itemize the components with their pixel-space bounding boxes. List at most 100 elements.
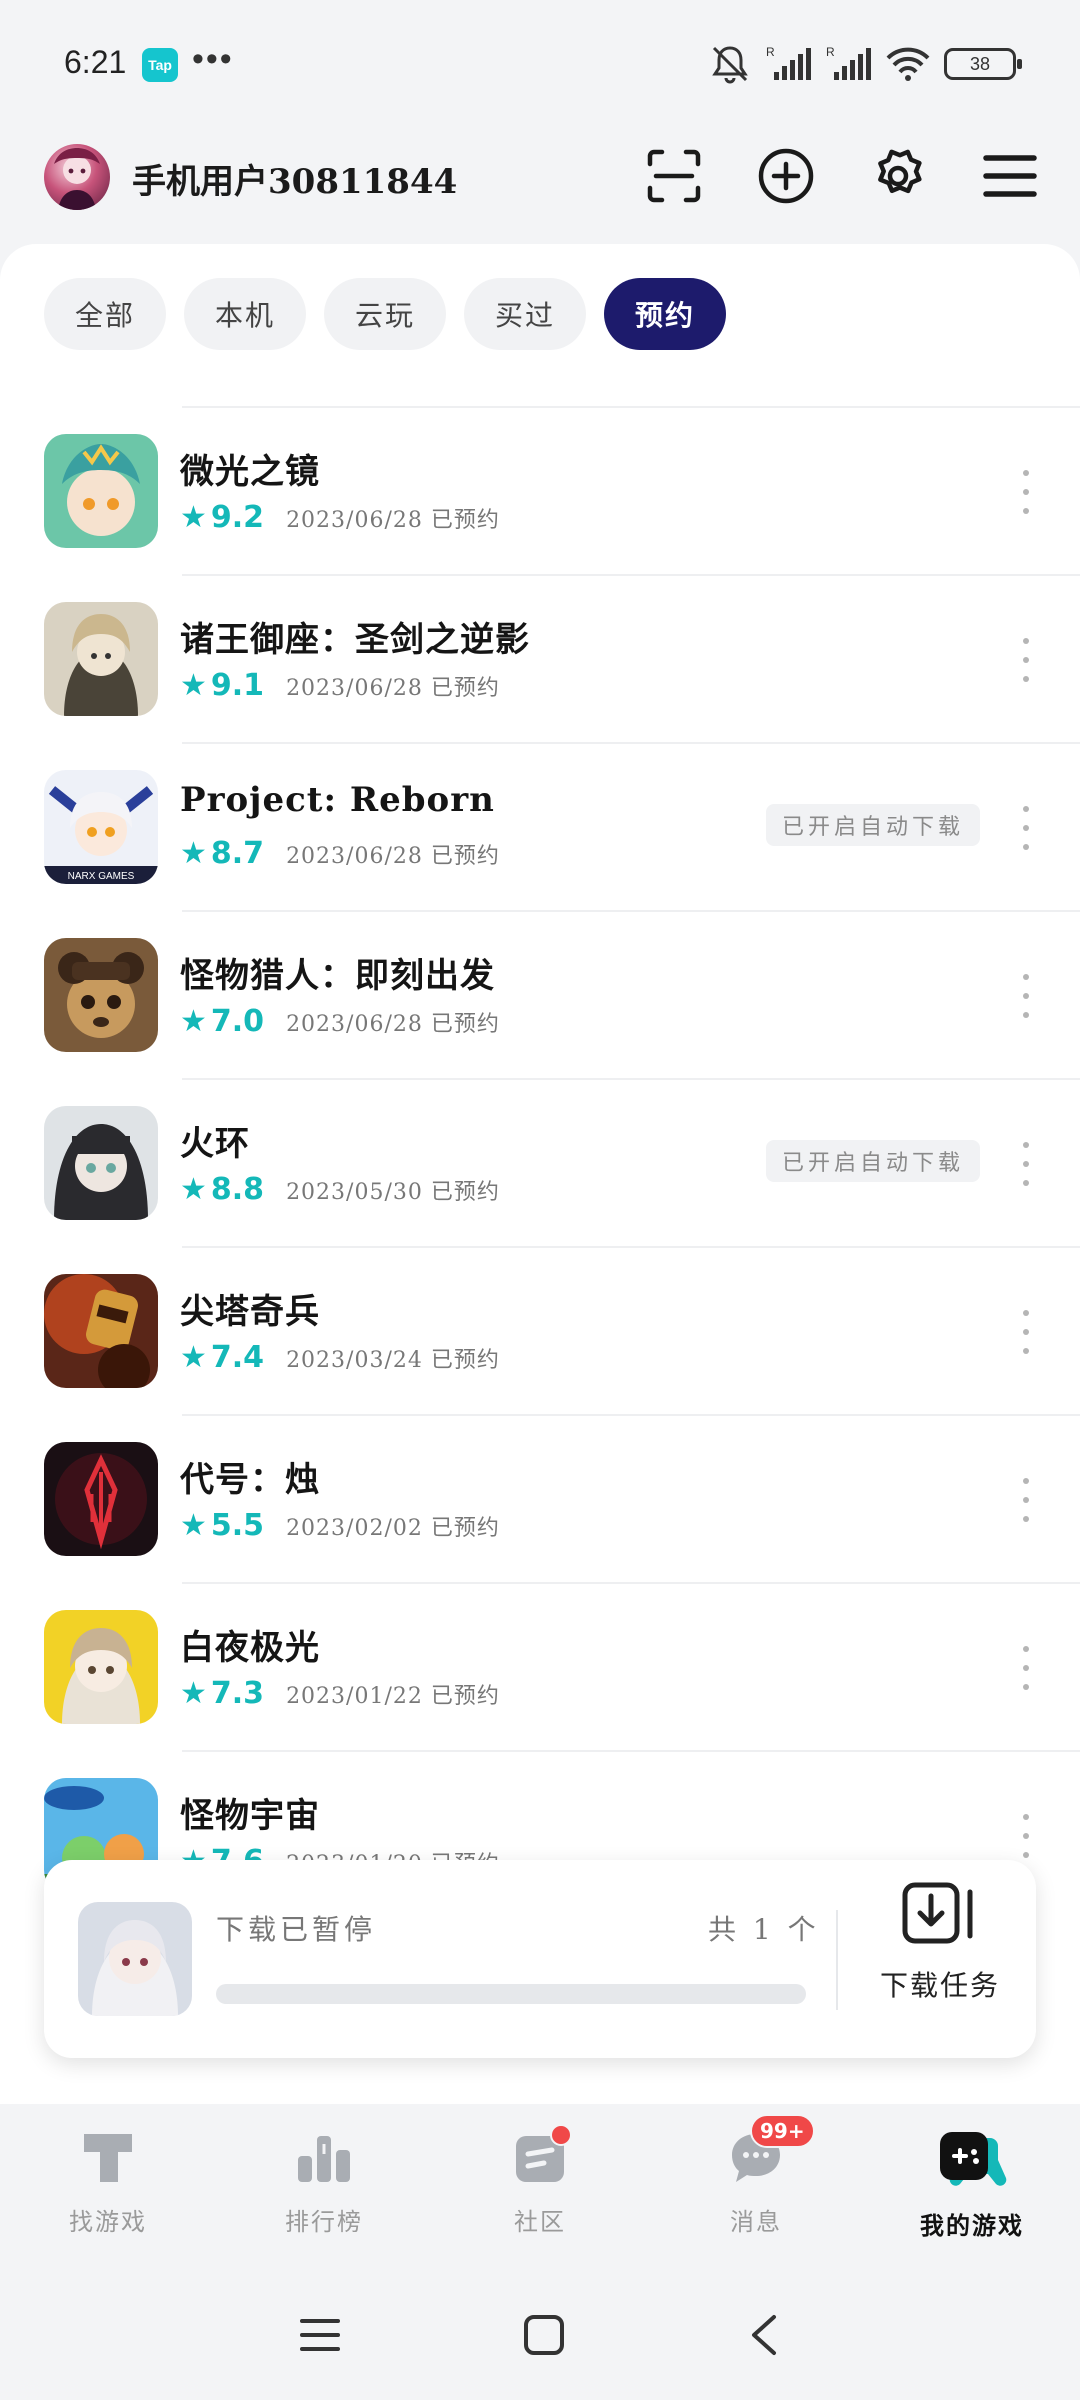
list-item[interactable]: 微光之镜 ★ 9.2 2023/06/28 已预约	[44, 406, 1080, 574]
download-banner[interactable]: 下载已暂停 共 1 个 下载任务	[44, 1860, 1036, 2058]
download-count: 共 1 个	[708, 1913, 820, 1946]
wifi-icon	[886, 47, 930, 81]
auto-download-tag: 已开启自动下载	[765, 1140, 980, 1182]
battery-icon: 38	[944, 48, 1022, 80]
more-options-button[interactable]	[1016, 464, 1036, 520]
my-games-card: 全部 本机 云玩 买过 预约 微光之镜 ★ 9.2 2023/06/28 已预约 诸…	[0, 244, 1080, 2104]
settings-button[interactable]	[868, 146, 928, 206]
username[interactable]: 手机用户30811844	[132, 154, 457, 203]
my-games-icon	[940, 2132, 1007, 2186]
list-item[interactable]: 尖塔奇兵 ★ 7.4 2023/03/24 已预约	[44, 1246, 1080, 1414]
game-title: 代号：烛	[180, 1460, 320, 1500]
recent-apps-icon[interactable]	[298, 2315, 342, 2355]
nav-ranking[interactable]: 排行榜	[216, 2104, 432, 2270]
divider	[836, 1910, 838, 2010]
more-options-button[interactable]	[1016, 1472, 1036, 1528]
menu-button[interactable]	[980, 146, 1040, 206]
notification-dot	[550, 2124, 572, 2146]
list-item[interactable]: 火环 ★ 8.8 2023/05/30 已预约 已开启自动下载	[44, 1078, 1080, 1246]
auto-download-tag: 已开启自动下载	[765, 804, 980, 846]
nav-messages[interactable]: 99+ 消息	[648, 2104, 864, 2270]
reserve-date: 2023/03/24 已预约	[286, 1347, 500, 1373]
scan-button[interactable]	[644, 146, 704, 206]
taptap-notification-icon: Tap	[142, 48, 178, 82]
game-title: 尖塔奇兵	[180, 1292, 320, 1332]
signal-1-icon: R	[766, 45, 811, 80]
nav-community[interactable]: 社区	[432, 2104, 648, 2270]
back-icon[interactable]	[746, 2313, 782, 2357]
list-item[interactable]: 怪物猎人：即刻出发 ★ 7.0 2023/06/28 已预约	[44, 910, 1080, 1078]
game-score: 9.1	[210, 668, 265, 703]
nav-label: 社区	[514, 2208, 566, 2236]
star-icon: ★	[180, 1676, 207, 1711]
user-avatar[interactable]	[44, 144, 110, 210]
game-title: 火环	[180, 1124, 250, 1164]
filter-reserved[interactable]: 预约	[604, 278, 726, 350]
more-notifications-indicator: •••	[192, 40, 234, 78]
signal-2-icon: R	[826, 45, 871, 80]
more-options-button[interactable]	[1016, 968, 1036, 1024]
star-icon: ★	[180, 1172, 207, 1207]
game-title: 微光之镜	[180, 452, 320, 492]
more-options-button[interactable]	[1016, 1304, 1036, 1360]
reserve-date: 2023/06/28 已预约	[286, 1011, 500, 1037]
game-icon	[44, 602, 158, 716]
game-score: 7.3	[210, 1676, 265, 1711]
list-item[interactable]: 代号：烛 ★ 5.5 2023/02/02 已预约	[44, 1414, 1080, 1582]
game-score: 7.0	[210, 1004, 265, 1039]
status-time: 6:21	[64, 44, 127, 80]
more-options-button[interactable]	[1016, 1136, 1036, 1192]
nav-find-games[interactable]: 找游戏	[0, 2104, 216, 2270]
bottom-nav: 找游戏 排行榜 社区 99+ 消息 我的游戏	[0, 2104, 1080, 2270]
game-icon	[44, 1106, 158, 1220]
more-options-button[interactable]	[1016, 1808, 1036, 1864]
more-options-button[interactable]	[1016, 1640, 1036, 1696]
profile-header: 手机用户30811844	[0, 130, 1080, 240]
nav-label: 消息	[730, 2208, 782, 2236]
game-score: 8.7	[210, 836, 265, 871]
download-tasks-label: 下载任务	[879, 1969, 1000, 2002]
system-nav-bar	[0, 2270, 1080, 2400]
filter-all[interactable]: 全部	[44, 278, 166, 350]
game-score: 7.4	[210, 1340, 265, 1375]
add-button[interactable]	[756, 146, 816, 206]
find-games-icon	[84, 2134, 132, 2182]
status-icons: R R 38	[708, 44, 1022, 84]
home-icon[interactable]	[522, 2313, 566, 2357]
filter-local[interactable]: 本机	[184, 278, 306, 350]
game-icon	[44, 1610, 158, 1724]
game-title: 怪物猎人：即刻出发	[180, 956, 495, 996]
star-icon: ★	[180, 668, 207, 703]
star-icon: ★	[180, 1508, 207, 1543]
reserve-date: 2023/05/30 已预约	[286, 1179, 500, 1205]
list-item[interactable]: 白夜极光 ★ 7.3 2023/01/22 已预约	[44, 1582, 1080, 1750]
star-icon: ★	[180, 1340, 207, 1375]
game-icon	[44, 1442, 158, 1556]
svg-text:R: R	[826, 45, 835, 59]
add-circle-icon	[758, 148, 814, 204]
game-title: 诸王御座：圣剑之逆影	[180, 620, 530, 660]
mute-icon	[712, 46, 748, 84]
list-item[interactable]: NARX GAMES Project: Reborn ★ 8.7 2023/06/2…	[44, 742, 1080, 910]
more-options-button[interactable]	[1016, 632, 1036, 688]
nav-my-games[interactable]: 我的游戏	[864, 2104, 1080, 2270]
nav-label: 我的游戏	[920, 2211, 1024, 2240]
star-icon: ★	[180, 500, 207, 535]
downloading-game-icon	[78, 1902, 192, 2016]
more-options-button[interactable]	[1016, 800, 1036, 856]
svg-text:R: R	[766, 45, 775, 59]
download-tasks-button[interactable]: 下载任务	[870, 1882, 1010, 2004]
filter-cloud[interactable]: 云玩	[324, 278, 446, 350]
list-item[interactable]: 诸王御座：圣剑之逆影 ★ 9.1 2023/06/28 已预约	[44, 574, 1080, 742]
game-icon: NARX GAMES	[44, 770, 158, 884]
reserved-games-list: 微光之镜 ★ 9.2 2023/06/28 已预约 诸王御座：圣剑之逆影 ★ 9.1 2…	[0, 406, 1080, 1918]
download-status: 下载已暂停	[216, 1913, 377, 1946]
star-icon: ★	[180, 836, 207, 871]
game-title: 白夜极光	[180, 1628, 320, 1668]
game-title: Project: Reborn	[180, 780, 495, 820]
status-bar: 6:21 Tap ••• R R 38	[0, 0, 1080, 130]
filter-purchased[interactable]: 买过	[464, 278, 586, 350]
ranking-icon	[298, 2136, 350, 2182]
game-icon	[44, 938, 158, 1052]
reserve-date: 2023/06/28 已预约	[286, 675, 500, 701]
